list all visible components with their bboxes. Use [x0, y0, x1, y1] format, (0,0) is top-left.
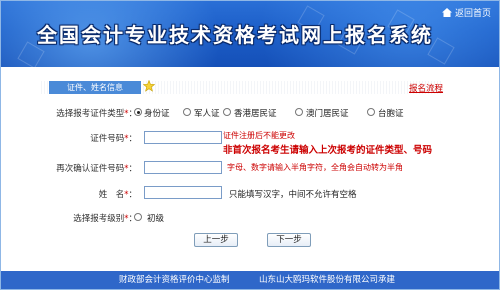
system-title: 全国会计专业技术资格考试网上报名系统: [37, 23, 433, 47]
return-home-link[interactable]: 返回首页: [441, 6, 491, 19]
footer-developer: 山东山大鸥玛软件股份有限公司承建: [259, 275, 396, 285]
next-step-button[interactable]: 下一步: [267, 233, 311, 247]
radio-label: 军人证: [194, 109, 220, 119]
id-number-note: 证件注册后不能更改: [223, 131, 295, 140]
radio-label: 香港居民证: [234, 109, 277, 119]
radio-id-card[interactable]: [134, 108, 142, 116]
registration-process-link[interactable]: 报名流程: [409, 82, 443, 94]
id-number-warning: 非首次报名考生请输入上次报考的证件类型、号码: [223, 145, 433, 156]
radio-label: 初级: [147, 214, 165, 224]
radio-military-id[interactable]: [183, 108, 191, 116]
home-icon: [441, 8, 452, 17]
radio-taiwan-compatriot[interactable]: [367, 108, 375, 116]
id-confirm-label: 再次确认证件号码*：: [56, 164, 137, 174]
header-banner: 全国会计专业技术资格考试网上报名系统 返回首页: [1, 1, 499, 67]
id-confirm-input[interactable]: [144, 161, 222, 174]
id-number-label: 证件号码*：: [90, 134, 137, 144]
radio-level-junior[interactable]: [134, 213, 142, 221]
section-tab: 证件、姓名信息: [49, 81, 141, 94]
radio-macau-resident[interactable]: [295, 108, 303, 116]
radio-label: 澳门居民证: [306, 109, 349, 119]
footer-bar: 财政部会计资格评价中心监制 山东山大鸥玛软件股份有限公司承建: [1, 271, 499, 289]
radio-label: 台胞证: [378, 109, 404, 119]
id-number-input[interactable]: [144, 131, 222, 144]
id-confirm-note: 字母、数字请输入半角字符，全角会自动转为半角: [227, 163, 403, 172]
id-type-label: 选择报考证件类型*：: [56, 109, 137, 119]
return-home-label: 返回首页: [454, 9, 491, 19]
name-note: 只能填写汉字，中间不允许有空格: [229, 190, 357, 200]
level-label: 选择报考级别*：: [73, 214, 137, 224]
prev-step-button[interactable]: 上一步: [194, 233, 238, 247]
page-frame: 全国会计专业技术资格考试网上报名系统 返回首页 证件、姓名信息 报名流程 选择报…: [0, 0, 500, 290]
radio-hk-resident[interactable]: [223, 108, 231, 116]
name-input[interactable]: [144, 186, 222, 199]
radio-label: 身份证: [144, 109, 170, 119]
name-label: 姓 名*：: [98, 190, 137, 200]
star-icon: [143, 80, 155, 92]
footer-supervisor: 财政部会计资格评价中心监制: [119, 275, 230, 285]
